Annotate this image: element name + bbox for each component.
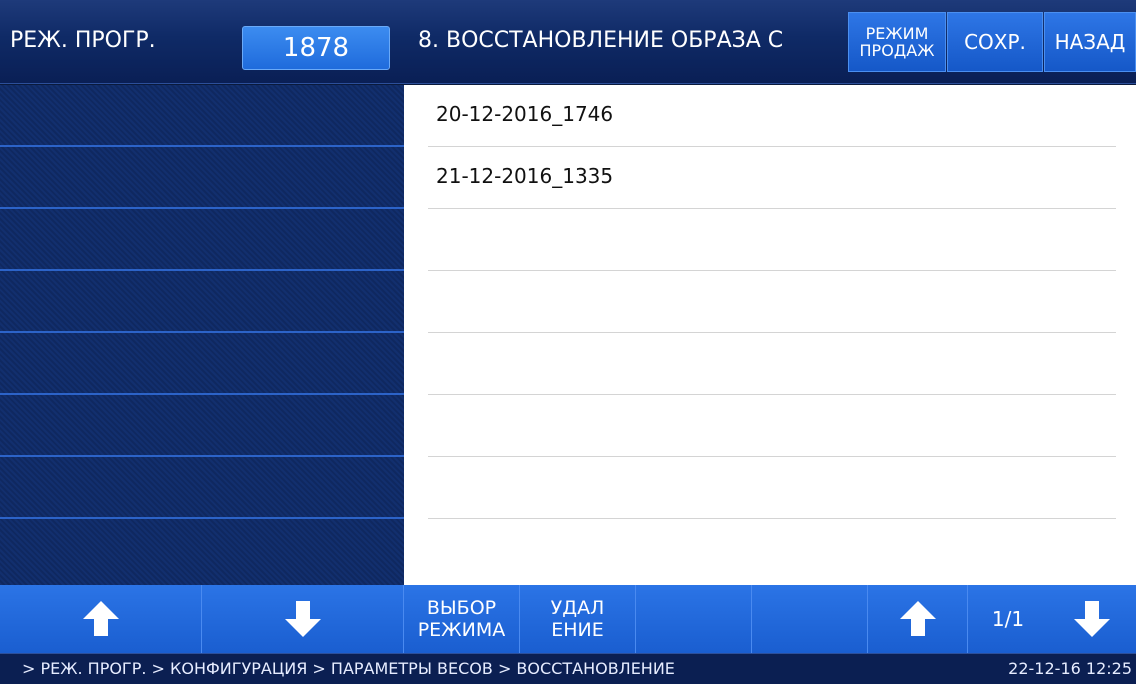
code-field[interactable]: 1878 [242, 26, 390, 70]
delete-label-line1: УДАЛ [550, 597, 605, 619]
empty-toolbar-button[interactable] [752, 585, 868, 653]
left-divider [0, 207, 404, 209]
list-item[interactable]: 21-12-2016_1335 [428, 147, 1116, 209]
select-mode-label-line2: РЕЖИМА [417, 619, 506, 641]
empty-toolbar-button[interactable] [636, 585, 752, 653]
list-item[interactable] [428, 395, 1116, 457]
mode-title: РЕЖ. ПРОГР. [10, 28, 156, 53]
select-mode-label-line1: ВЫБОР [426, 597, 497, 619]
list-scroll-down-button[interactable] [1048, 585, 1136, 653]
left-divider [0, 145, 404, 147]
left-scroll-down-button[interactable] [202, 585, 404, 653]
status-bar: > РЕЖ. ПРОГР. > КОНФИГУРАЦИЯ > ПАРАМЕТРЫ… [0, 653, 1136, 684]
screen-title: 8. ВОССТАНОВЛЕНИЕ ОБРАЗА С [418, 28, 784, 53]
datetime: 22-12-16 12:25 [1008, 659, 1132, 678]
arrow-down-icon [284, 601, 321, 637]
list-item[interactable]: 20-12-2016_1746 [428, 85, 1116, 147]
delete-button[interactable]: УДАЛ ЕНИЕ [520, 585, 636, 653]
sales-mode-label-line1: РЕЖИМ [865, 24, 929, 43]
list-item[interactable] [428, 519, 1116, 581]
backup-list: 20-12-2016_1746 21-12-2016_1335 [404, 85, 1136, 585]
back-button[interactable]: НАЗАД [1044, 12, 1136, 72]
save-button[interactable]: СОХР. [947, 12, 1043, 72]
left-panel [0, 85, 404, 585]
arrow-up-icon [899, 601, 936, 637]
page-indicator: 1/1 [968, 585, 1048, 653]
left-divider [0, 455, 404, 457]
list-scroll-up-button[interactable] [868, 585, 968, 653]
list-item[interactable] [428, 271, 1116, 333]
sales-mode-label-line2: ПРОДАЖ [859, 41, 935, 60]
delete-label-line2: ЕНИЕ [551, 619, 604, 641]
select-mode-button[interactable]: ВЫБОР РЕЖИМА [404, 585, 520, 653]
bottom-toolbar: ВЫБОР РЕЖИМА УДАЛ ЕНИЕ 1/1 [0, 585, 1136, 653]
list-item[interactable] [428, 333, 1116, 395]
left-divider [0, 393, 404, 395]
left-divider [0, 331, 404, 333]
header-bar: РЕЖ. ПРОГР. 1878 8. ВОССТАНОВЛЕНИЕ ОБРАЗ… [0, 0, 1136, 84]
arrow-up-icon [82, 601, 119, 637]
left-divider [0, 517, 404, 519]
arrow-down-icon [1074, 601, 1110, 637]
list-item[interactable] [428, 209, 1116, 271]
left-scroll-up-button[interactable] [0, 585, 202, 653]
left-divider [0, 269, 404, 271]
list-item[interactable] [428, 457, 1116, 519]
breadcrumb: > РЕЖ. ПРОГР. > КОНФИГУРАЦИЯ > ПАРАМЕТРЫ… [22, 659, 675, 678]
sales-mode-button[interactable]: РЕЖИМ ПРОДАЖ [848, 12, 946, 72]
page-indicator-text: 1/1 [991, 607, 1025, 631]
